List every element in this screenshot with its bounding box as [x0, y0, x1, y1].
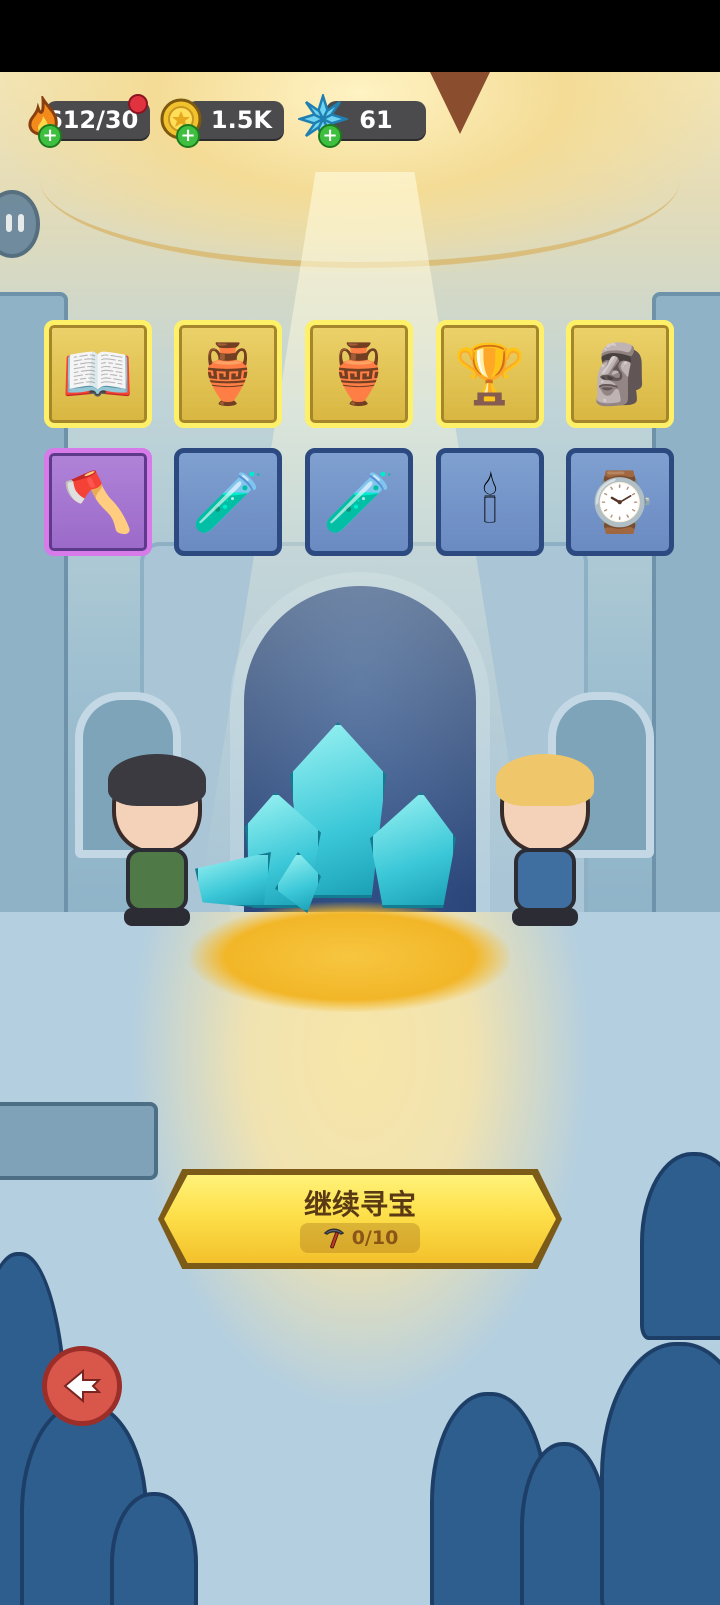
- item-slot-axe[interactable]: 🪓: [44, 448, 152, 556]
- item-slot-vase[interactable]: 🏺: [305, 320, 413, 428]
- treasure-vase-icon: 🏺: [322, 340, 396, 408]
- item-slot-chalice[interactable]: 🏆: [436, 320, 544, 428]
- dig-progress-value: 0/10: [351, 1227, 399, 1249]
- miner-feet: [124, 908, 190, 926]
- status-bar: [0, 0, 720, 72]
- item-slot-potion[interactable]: 🧪: [305, 448, 413, 556]
- pause-icon: [18, 214, 24, 232]
- candle-icon: 🕯: [481, 468, 499, 536]
- miner-feet: [512, 908, 578, 926]
- item-slot-spellbook[interactable]: 📖: [44, 320, 152, 428]
- continue-treasure-hunt-button[interactable]: 继续寻宝 0/10: [164, 1175, 556, 1263]
- miner-character-right: [490, 754, 600, 932]
- back-arrow-icon: [63, 1368, 102, 1404]
- gold-pile: [190, 902, 510, 1012]
- totem-icon: 🗿: [583, 340, 657, 408]
- item-slot-totem[interactable]: 🗿: [566, 320, 674, 428]
- chalice-icon: 🏆: [453, 340, 527, 408]
- notification-dot: [128, 94, 148, 114]
- item-slot-potion[interactable]: 🧪: [174, 448, 282, 556]
- item-slot-pocket-watch[interactable]: ⌚: [566, 448, 674, 556]
- item-slot-candle[interactable]: 🕯: [436, 448, 544, 556]
- miner-body: [514, 848, 576, 912]
- pickaxe-icon: [323, 1228, 344, 1249]
- add-gems-icon[interactable]: +: [318, 124, 342, 148]
- dig-progress: 0/10: [300, 1223, 420, 1253]
- stalactite: [430, 72, 490, 134]
- pocket-watch-icon: ⌚: [583, 468, 657, 536]
- axe-icon: 🪓: [61, 468, 135, 536]
- spellbook-icon: 📖: [61, 340, 135, 408]
- fallen-column: [0, 1102, 158, 1180]
- rock: [520, 1442, 608, 1605]
- miner-hair: [496, 754, 594, 806]
- potion-icon: 🧪: [191, 468, 265, 536]
- miner-body: [126, 848, 188, 912]
- miner-hair: [108, 754, 206, 806]
- add-energy-icon[interactable]: +: [38, 124, 62, 148]
- back-button[interactable]: [42, 1346, 122, 1426]
- pause-icon: [6, 214, 12, 232]
- item-slot-vase[interactable]: 🏺: [174, 320, 282, 428]
- miner-character-left: [102, 754, 212, 932]
- continue-button-label: 继续寻宝: [303, 1188, 416, 1221]
- treasure-vase-icon: 🏺: [191, 340, 265, 408]
- add-coins-icon[interactable]: +: [176, 124, 200, 148]
- potion-icon: 🧪: [322, 468, 396, 536]
